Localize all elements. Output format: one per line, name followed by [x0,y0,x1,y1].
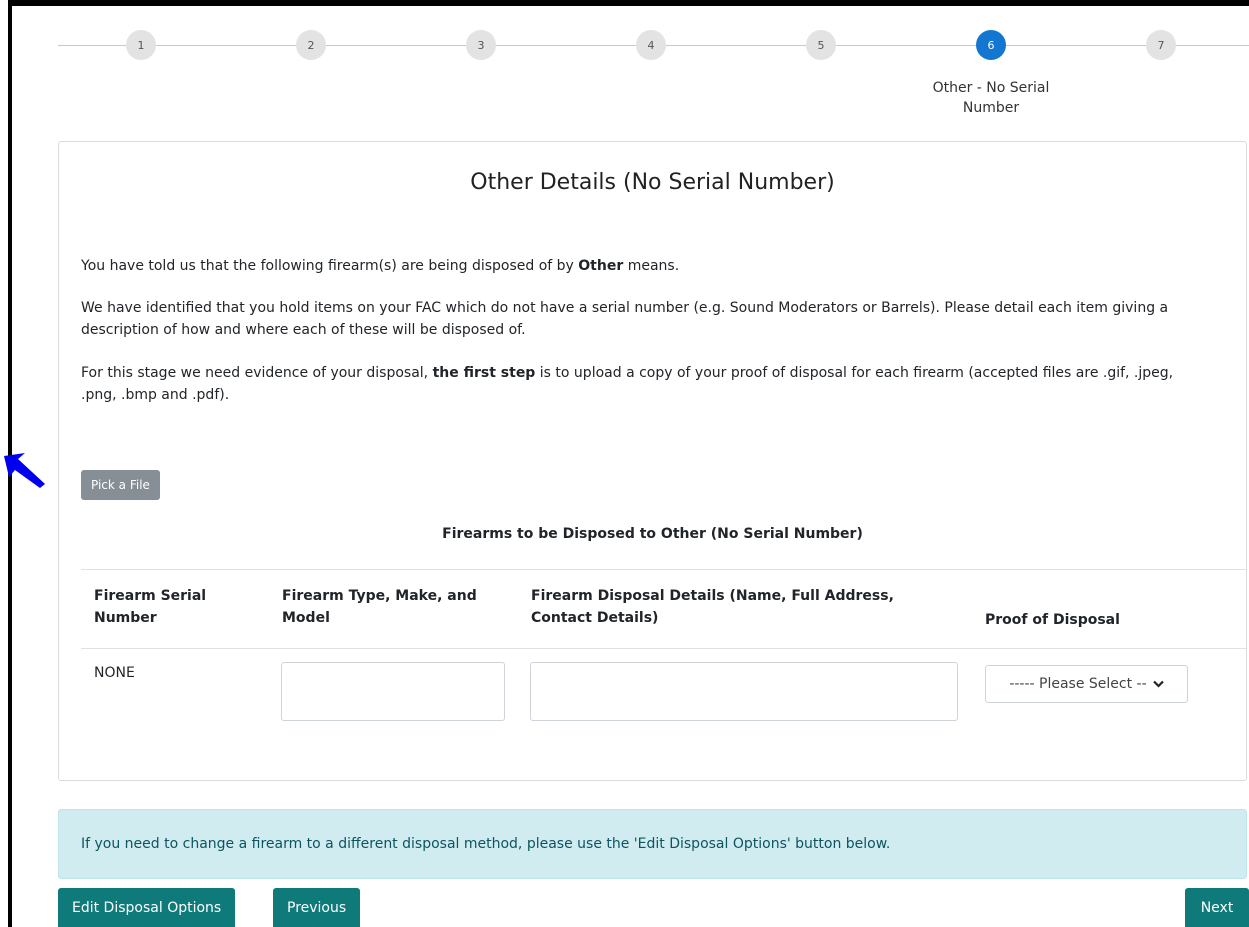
active-step-caption: Other - No Serial Number [932,80,1050,116]
table-top-rule [81,569,1246,570]
step-1: 1 [126,30,156,60]
evidence-text: For this stage we need evidence of your … [81,362,1206,406]
evidence-prefix: For this stage we need evidence of your … [81,365,433,381]
step-5: 5 [806,30,836,60]
step-7: 7 [1146,30,1176,60]
intro-bold: Other [578,258,624,274]
next-button[interactable]: Next [1185,888,1249,927]
identified-text: We have identified that you hold items o… [81,300,1169,338]
step-2: 2 [296,30,326,60]
arrow-pointer-icon [4,453,45,488]
frame-border-top [8,0,1249,6]
disposal-details-input[interactable] [530,662,958,721]
progress-stepper: 1 2 3 4 5 6 7 Other - No Serial Number [58,30,1249,130]
info-alert: If you need to change a firearm to a dif… [58,809,1247,879]
header-serial-number: Firearm Serial Number [94,588,207,626]
alert-text: If you need to change a firearm to a dif… [81,836,891,852]
chevron-down-icon [1152,677,1164,691]
row-serial-value: NONE [94,665,135,681]
table-header-rule [81,648,1246,649]
intro-suffix: means. [623,258,680,274]
page-title: Other Details (No Serial Number) [470,170,835,195]
header-disposal-details: Firearm Disposal Details (Name, Full Add… [531,588,894,626]
intro-text: You have told us that the following fire… [81,255,1206,277]
intro-prefix: You have told us that the following fire… [81,258,579,274]
table-caption: Firearms to be Disposed to Other (No Ser… [442,526,863,542]
type-make-model-input[interactable] [281,662,505,721]
proof-of-disposal-select[interactable]: ----- Please Select -- [985,665,1188,703]
select-value: ----- Please Select -- [1009,676,1147,692]
evidence-bold: the first step [432,365,536,381]
previous-button[interactable]: Previous [273,888,361,927]
step-6-active: 6 [976,30,1006,60]
pick-file-button[interactable]: Pick a File [81,470,160,500]
step-3: 3 [466,30,496,60]
header-type-make-model: Firearm Type, Make, and Model [282,588,477,626]
header-proof-of-disposal: Proof of Disposal [985,612,1120,628]
step-4: 4 [636,30,666,60]
details-card: Other Details (No Serial Number) You hav… [58,141,1247,781]
edit-disposal-options-button[interactable]: Edit Disposal Options [58,888,236,927]
